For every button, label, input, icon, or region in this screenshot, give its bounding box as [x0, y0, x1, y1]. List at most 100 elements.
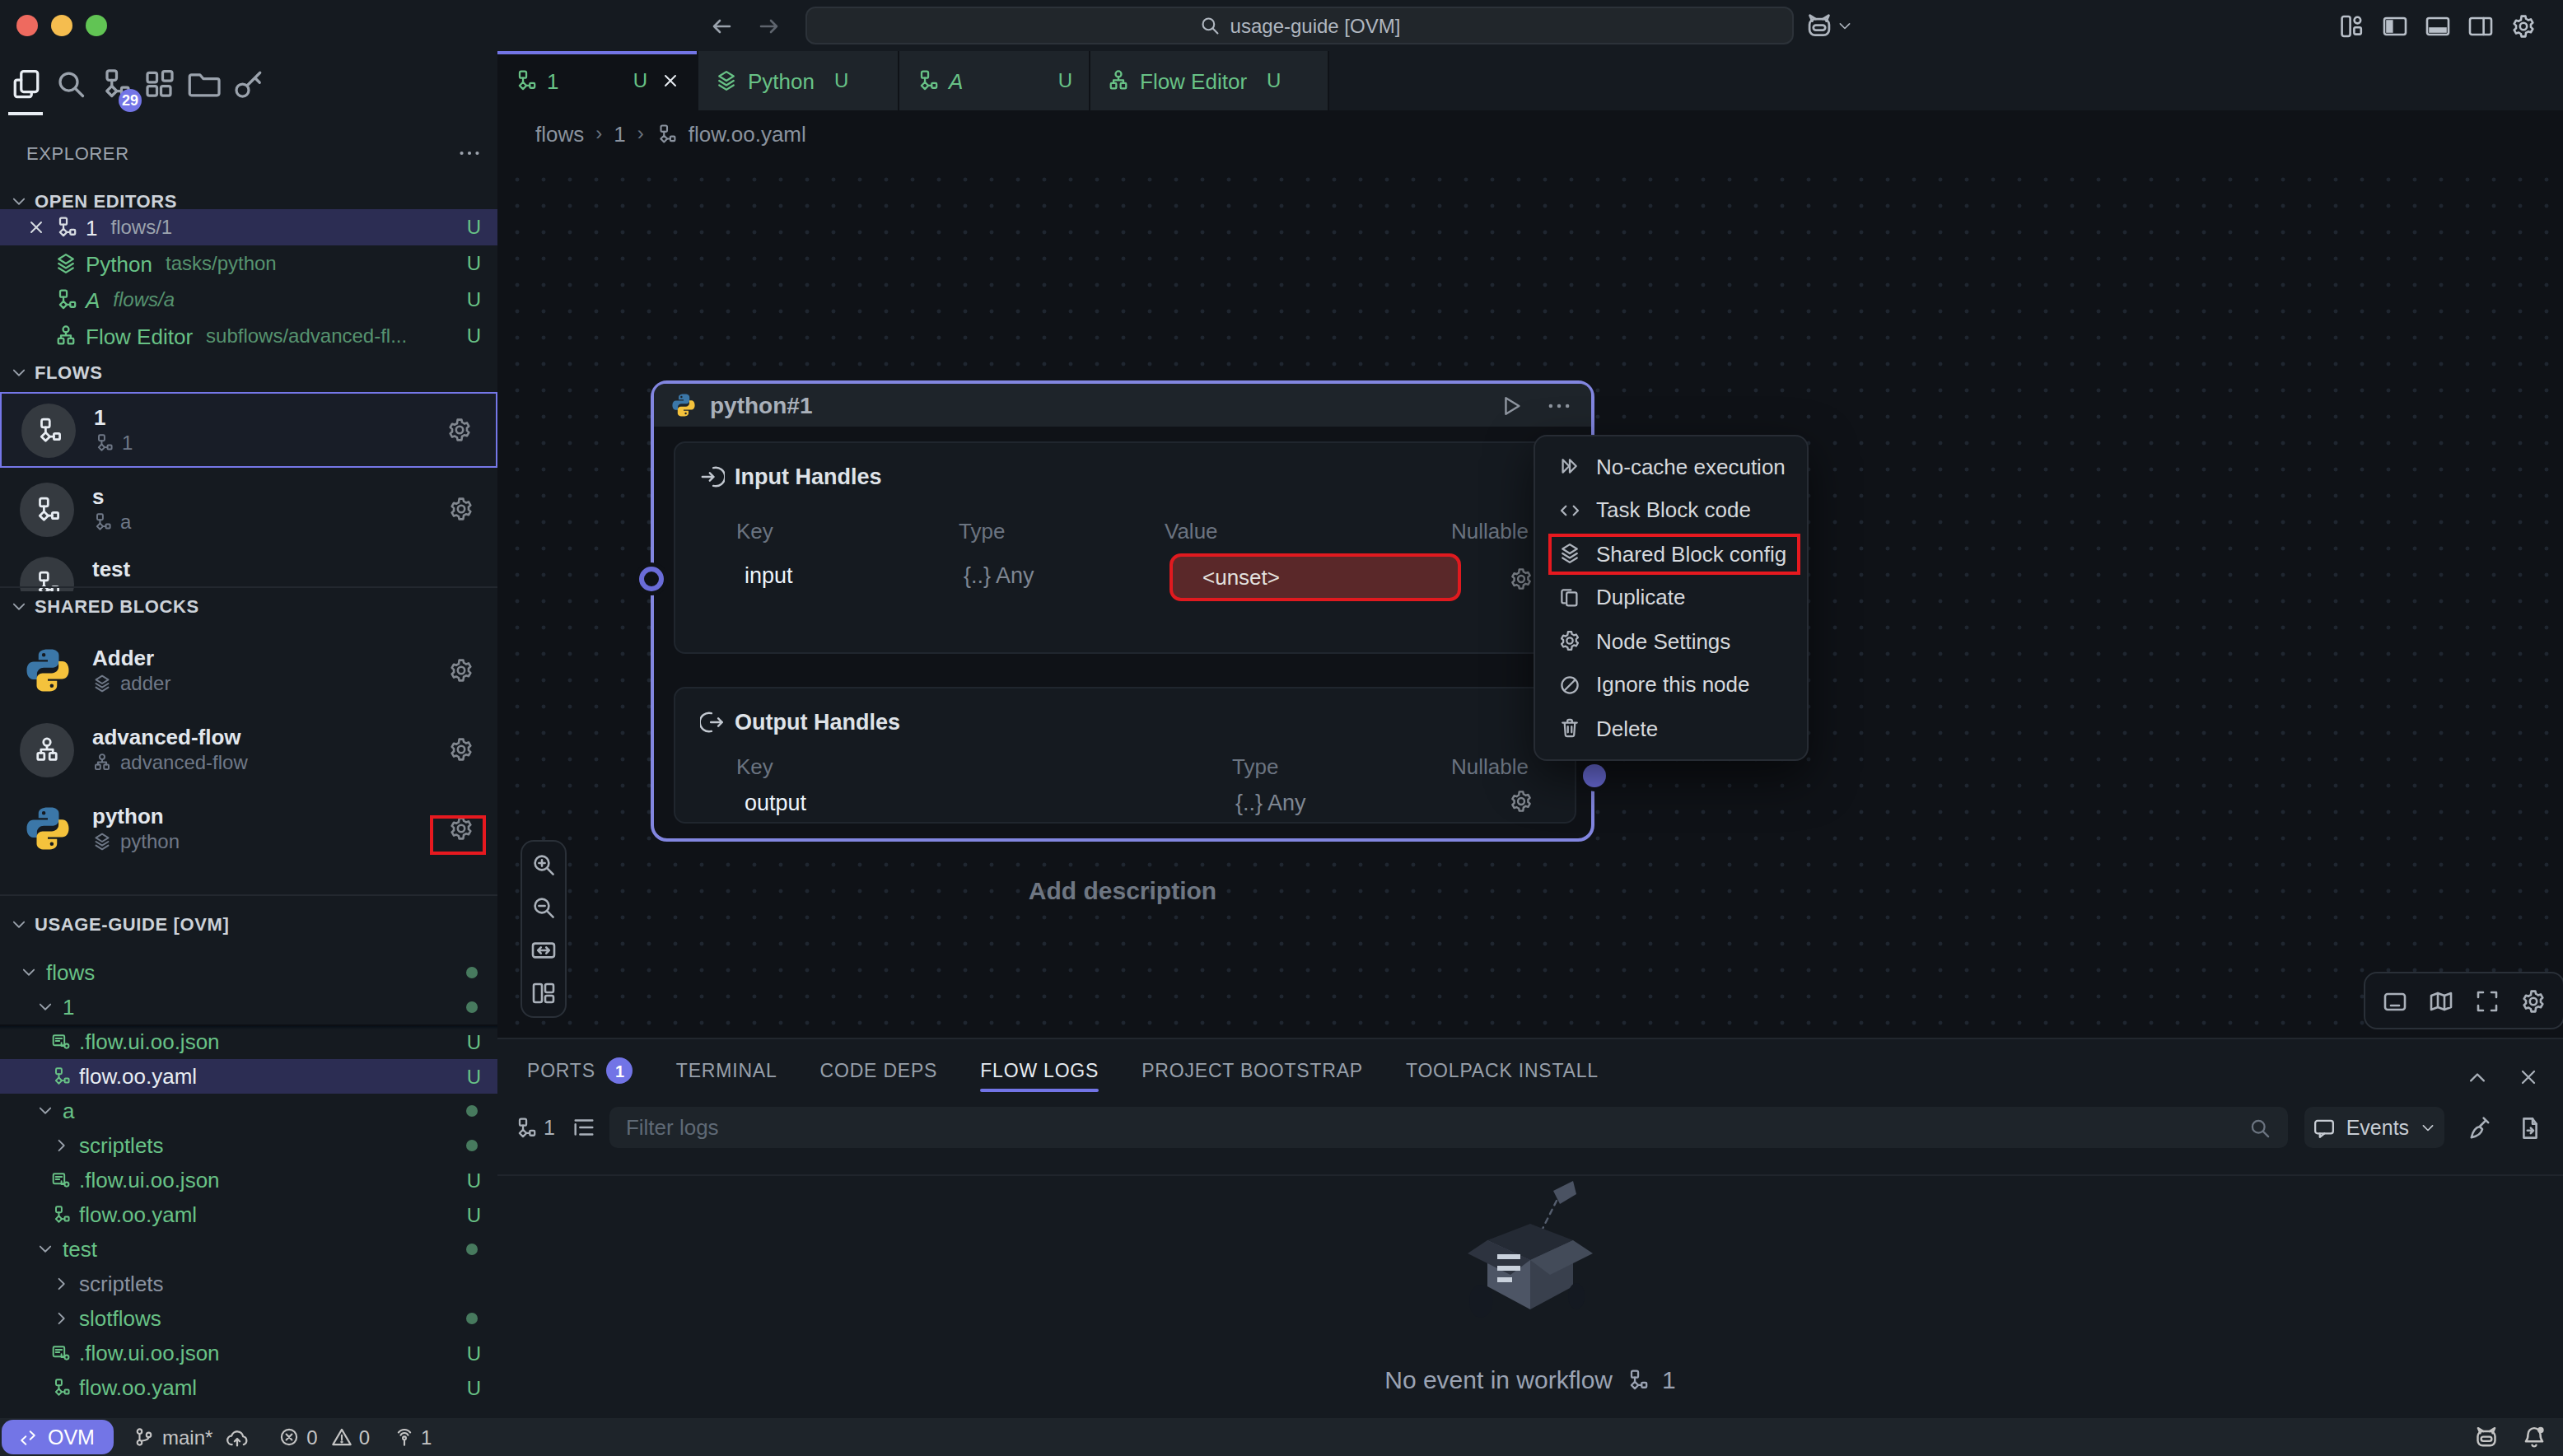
menu-item-shared-block-config[interactable]: Shared Block config [1535, 532, 1807, 576]
toggle-panel-icon[interactable] [2382, 987, 2408, 1014]
log-level-icon[interactable] [572, 1115, 596, 1140]
filter-logs-input[interactable]: Filter logs [609, 1107, 2288, 1148]
close-tab-icon[interactable] [661, 71, 680, 91]
breadcrumb[interactable]: flows›1›flow.oo.yaml [497, 110, 2563, 156]
input-connector[interactable] [639, 567, 664, 591]
node-more-icon[interactable] [1547, 393, 1571, 418]
breadcrumb-item[interactable]: flow.oo.yaml [689, 121, 806, 146]
panel-close-icon[interactable] [2517, 1066, 2540, 1089]
zoom-out-icon[interactable] [530, 894, 557, 921]
open-editor-item-1[interactable]: 1flows/1U [0, 209, 497, 245]
close-editor-icon[interactable] [26, 217, 46, 237]
tree-item--flow-ui-oo-json[interactable]: .flow.ui.oo.jsonU [0, 1024, 497, 1059]
panel-tab-code-deps[interactable]: CODE DEPS [820, 1049, 938, 1092]
settings-gear-icon[interactable] [2510, 12, 2537, 39]
minimap-icon[interactable] [2428, 987, 2454, 1014]
tree-item-flow-oo-yaml[interactable]: flow.oo.yamlU [0, 1370, 497, 1405]
tree-item-flow-oo-yaml[interactable]: flow.oo.yamlU [0, 1059, 497, 1094]
output-gear-icon[interactable] [1509, 789, 1534, 814]
menu-item-task-block-code[interactable]: Task Block code [1535, 488, 1807, 532]
panel-collapse-icon[interactable] [2466, 1066, 2489, 1089]
notifications-bell-icon[interactable] [2522, 1425, 2547, 1449]
card-advanced-flow[interactable]: advanced-flowadvanced-flow [0, 712, 497, 787]
menu-item-delete[interactable]: Delete [1535, 707, 1807, 750]
breadcrumb-item[interactable]: flows [535, 121, 584, 146]
forward-icon[interactable] [756, 12, 782, 39]
card-settings-gear-icon[interactable] [448, 496, 474, 522]
tree-item-a[interactable]: a [0, 1094, 497, 1128]
extensions-icon[interactable] [137, 59, 181, 109]
traffic-lights[interactable] [16, 15, 107, 36]
tree-item-1[interactable]: 1 [0, 990, 497, 1024]
minimize-window-button[interactable] [51, 15, 72, 36]
flow-ref[interactable]: 1 [514, 1116, 555, 1139]
ports-indicator[interactable]: 1 [393, 1426, 432, 1449]
chevron-down-icon[interactable] [10, 597, 28, 615]
menu-item-no-cache-execution[interactable]: No-cache execution [1535, 445, 1807, 488]
panel-tab-terminal[interactable]: TERMINAL [676, 1049, 777, 1092]
card-1[interactable]: 11 [0, 392, 497, 468]
zoom-in-icon[interactable] [530, 852, 557, 878]
card-settings-gear-icon[interactable] [448, 657, 474, 684]
tree-item-test[interactable]: test [0, 1232, 497, 1267]
add-description[interactable]: Add description [651, 876, 1594, 904]
events-dropdown[interactable]: Events [2304, 1107, 2444, 1148]
flow-node-python1[interactable]: python#1 Input Handles Key Type [651, 380, 1594, 842]
clear-logs-icon[interactable] [2467, 1114, 2494, 1141]
card-test[interactable]: test [0, 550, 497, 591]
card-s[interactable]: sa [0, 471, 497, 547]
output-connector[interactable] [1583, 764, 1606, 787]
flow-canvas[interactable]: python#1 Input Handles Key Type [497, 156, 2563, 1038]
open-editor-item-flow-editor[interactable]: Flow Editorsubflows/advanced-fl...U [0, 318, 497, 354]
tree-item-flow-oo-yaml[interactable]: flow.oo.yamlU [0, 1197, 497, 1232]
tree-item-scriptlets[interactable]: scriptlets [0, 1267, 497, 1301]
export-logs-icon[interactable] [2517, 1114, 2543, 1141]
fit-view-icon[interactable] [530, 937, 557, 964]
toggle-secondary-sidebar-icon[interactable] [2467, 12, 2494, 39]
canvas-settings-icon[interactable] [2520, 987, 2547, 1014]
card-settings-gear-icon[interactable] [446, 417, 473, 443]
breadcrumb-item[interactable]: 1 [614, 121, 625, 146]
menu-item-node-settings[interactable]: Node Settings [1535, 619, 1807, 663]
node-header[interactable]: python#1 [654, 384, 1591, 427]
chevron-down-icon[interactable] [10, 363, 28, 381]
keys-icon[interactable] [226, 59, 270, 109]
menu-item-ignore-this-node[interactable]: Ignore this node [1535, 663, 1807, 707]
chevron-down-icon[interactable] [10, 915, 28, 933]
tab-python[interactable]: PythonU [698, 51, 899, 110]
robot-icon[interactable] [2474, 1425, 2499, 1449]
panel-tab-project-bootstrap[interactable]: PROJECT BOOTSTRAP [1141, 1049, 1363, 1092]
input-value-unset[interactable]: <unset> [1169, 553, 1461, 601]
tree-item--flow-ui-oo-json[interactable]: .flow.ui.oo.jsonU [0, 1163, 497, 1197]
explorer-more-icon[interactable] [458, 142, 481, 165]
problems-indicator[interactable]: 0 0 [278, 1426, 370, 1449]
fullscreen-icon[interactable] [2474, 987, 2500, 1014]
open-editor-item-python[interactable]: Pythontasks/pythonU [0, 245, 497, 282]
input-gear-icon[interactable] [1509, 567, 1534, 591]
panel-tab-toolpack-install[interactable]: TOOLPACK INSTALL [1406, 1049, 1599, 1092]
source-control-icon[interactable]: 29 [92, 59, 137, 109]
tab-a[interactable]: AU [899, 51, 1090, 110]
run-node-icon[interactable] [1499, 393, 1524, 418]
menu-item-duplicate[interactable]: Duplicate [1535, 576, 1807, 619]
close-window-button[interactable] [16, 15, 38, 36]
chevron-down-icon[interactable] [10, 192, 28, 210]
search-icon[interactable] [48, 59, 92, 109]
tab-1[interactable]: 1U [497, 51, 698, 110]
toggle-panel-icon[interactable] [2425, 12, 2451, 39]
branch-indicator[interactable]: main* [134, 1426, 249, 1449]
tree-item-slotflows[interactable]: slotflows [0, 1301, 497, 1336]
assistant-menu[interactable] [1805, 0, 1853, 51]
command-center-search[interactable]: usage-guide [OVM] [805, 7, 1794, 44]
toggle-sidebar-icon[interactable] [2382, 12, 2408, 39]
tree-item-scriptlets[interactable]: scriptlets [0, 1128, 497, 1163]
open-editor-item-a[interactable]: Aflows/aU [0, 282, 497, 318]
card-settings-gear-icon[interactable] [448, 736, 474, 763]
remote-indicator[interactable]: OVM [2, 1420, 114, 1454]
customize-layout-icon[interactable] [2339, 12, 2365, 39]
folder-icon[interactable] [181, 59, 226, 109]
tab-flow-editor[interactable]: Flow EditorU [1090, 51, 1329, 110]
panel-tab-ports[interactable]: PORTS1 [527, 1049, 633, 1092]
back-icon[interactable] [708, 12, 735, 39]
tree-item--flow-ui-oo-json[interactable]: .flow.ui.oo.jsonU [0, 1336, 497, 1370]
